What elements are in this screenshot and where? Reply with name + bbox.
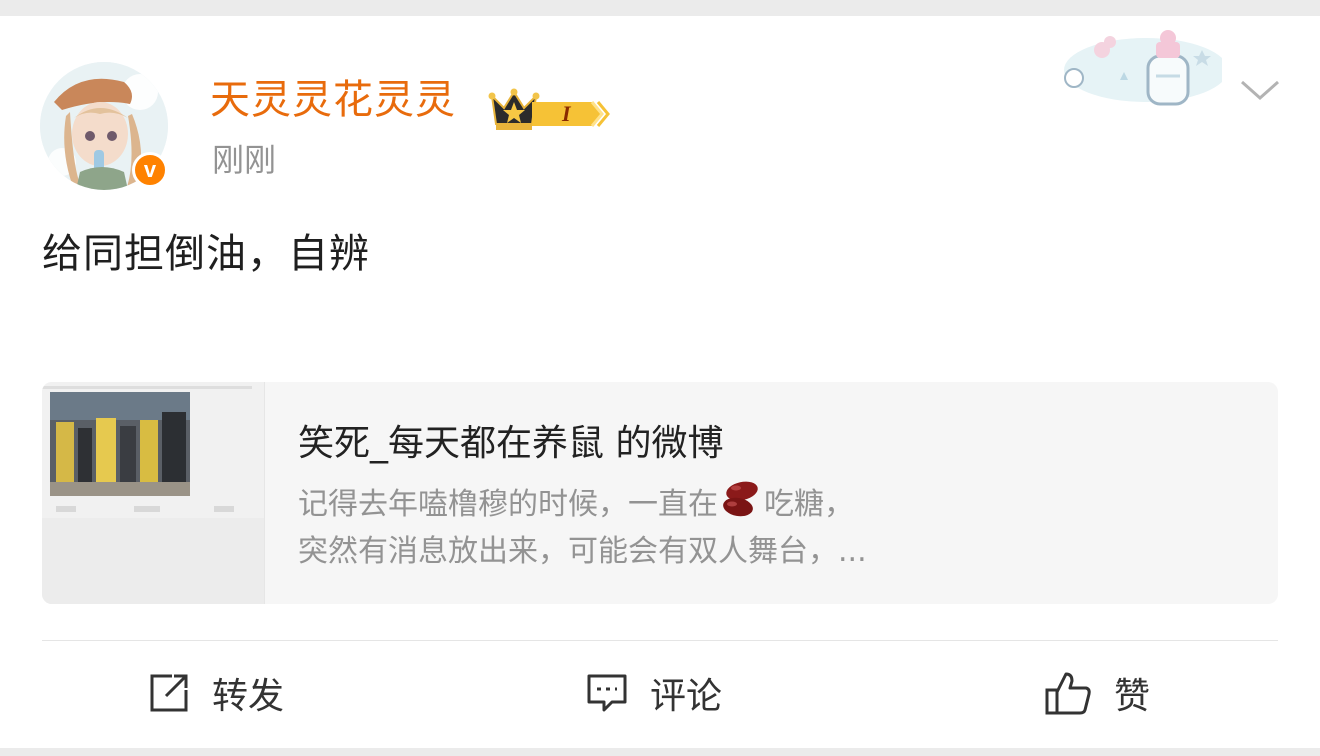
beans-emoji <box>723 481 758 517</box>
thumbs-up-icon <box>1045 672 1091 715</box>
comment-icon <box>587 674 627 712</box>
repost-button[interactable]: 转发 <box>148 664 284 722</box>
like-button[interactable]: 赞 <box>1044 664 1150 722</box>
linked-post-excerpt-line-2: 突然有消息放出来，可能会有双人舞台，... <box>298 534 867 569</box>
member-level-badge[interactable]: I <box>488 86 610 134</box>
linked-post-thumbnail <box>42 382 265 604</box>
card-decoration <box>1056 26 1228 112</box>
level-badge-text: I <box>562 101 571 126</box>
share-icon <box>150 674 188 712</box>
excerpt-text-before: 记得去年嗑橹穆的时候，一直在 <box>298 487 718 522</box>
excerpt-text-after: 吃糖， <box>764 487 854 522</box>
crown-icon <box>488 88 610 130</box>
linked-post-card[interactable]: 笑死_每天都在养鼠 的微博 记得去年嗑橹穆的时候，一直在 吃糖， 突然有消息放出… <box>42 382 1278 604</box>
action-bar-divider <box>42 640 1278 641</box>
linked-post-title: 笑死_每天都在养鼠 的微博 <box>298 423 724 464</box>
linked-post-excerpt-line-1: 记得去年嗑橹穆的时候，一直在 吃糖， <box>298 478 854 527</box>
like-label: 赞 <box>1114 676 1151 717</box>
chevron-down-icon[interactable] <box>1238 74 1282 106</box>
username[interactable]: 天灵灵花灵灵 <box>210 74 456 126</box>
comment-button[interactable]: 评论 <box>586 664 722 722</box>
post-timestamp: 刚刚 <box>212 141 277 179</box>
comment-label: 评论 <box>650 676 723 717</box>
avatar[interactable]: v <box>36 54 176 204</box>
verified-badge: v <box>132 152 168 188</box>
post-text: 给同担倒油，自辨 <box>42 231 370 277</box>
weibo-post-card: v 天灵灵花灵灵 I 刚刚 给同担倒油，自辨 笑死_每天都在养鼠 的微博 记得去… <box>0 16 1320 748</box>
repost-label: 转发 <box>212 676 285 717</box>
